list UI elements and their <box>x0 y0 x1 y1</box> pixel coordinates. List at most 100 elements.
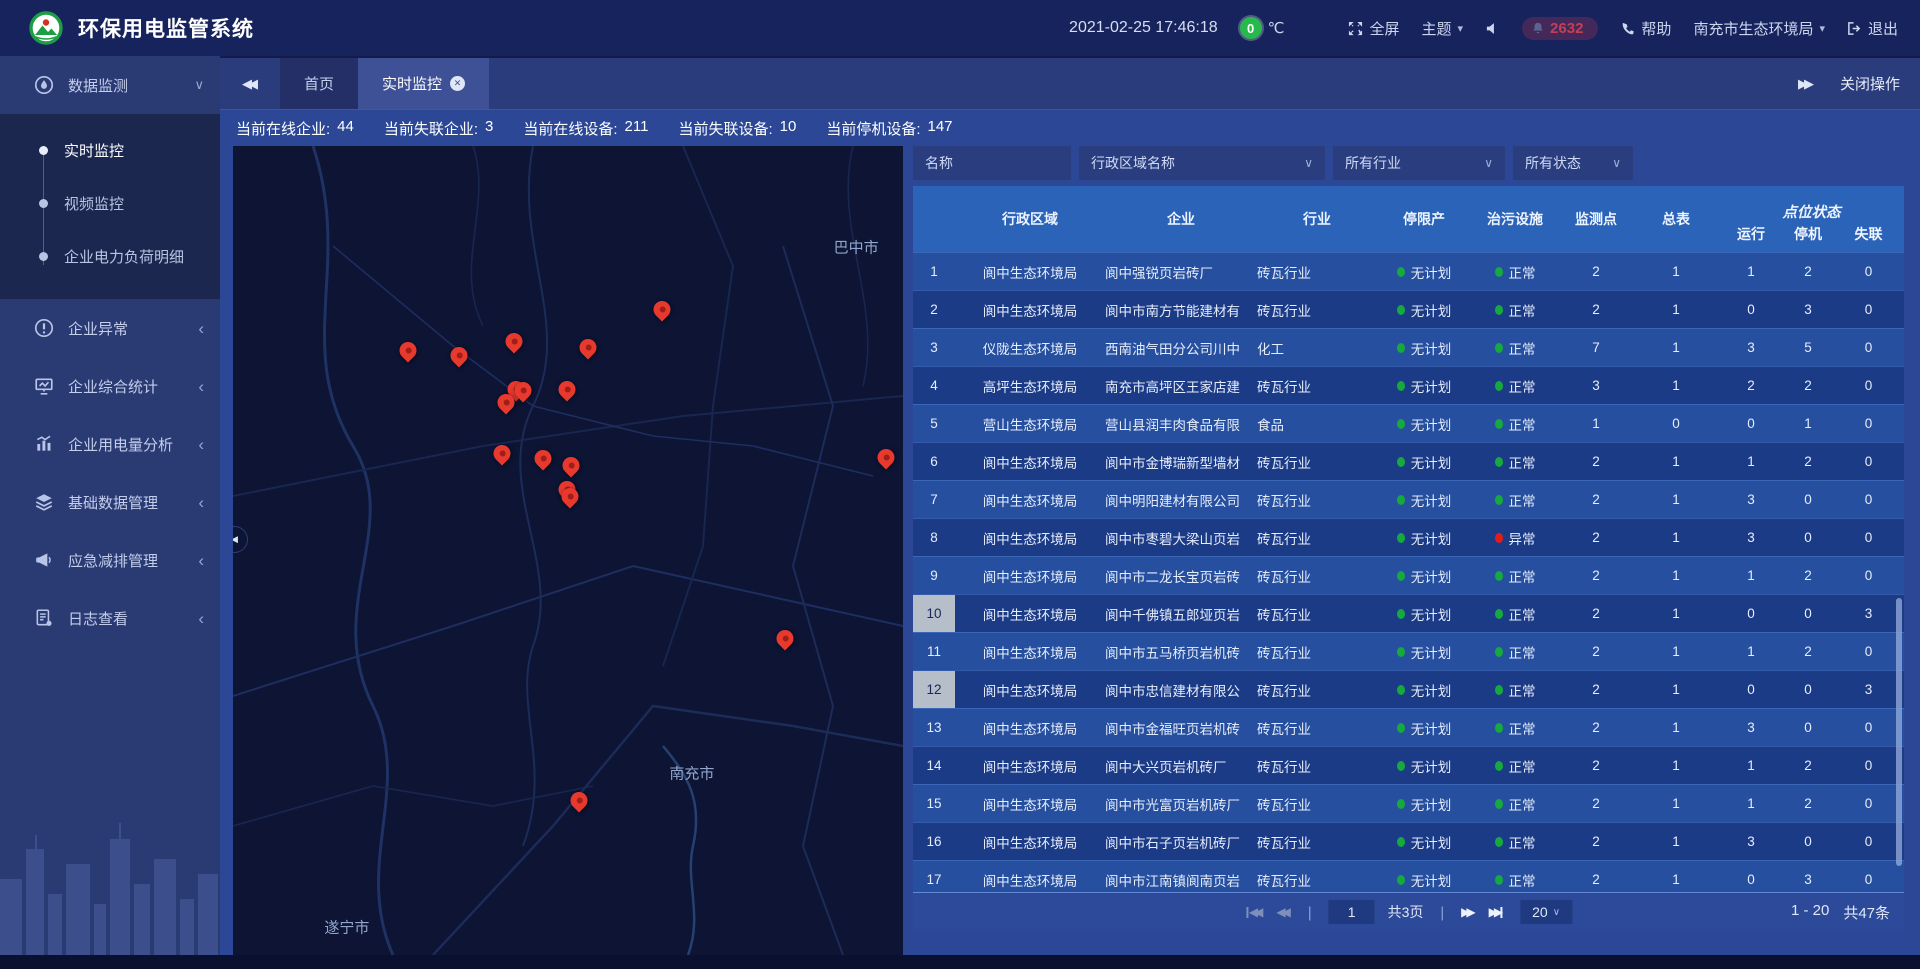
row-stopped: 0 <box>1783 481 1833 518</box>
row-total-meter: 1 <box>1633 253 1719 290</box>
gauge-icon <box>34 75 54 95</box>
table-row[interactable]: 13 阆中生态环境局 阆中市金福旺页岩机砖 砖瓦行业 无计划 正常 2 1 3 … <box>913 708 1904 746</box>
sidebar-group-company-abnormal[interactable]: 企业异常 ‹ <box>0 299 220 357</box>
row-total-meter: 1 <box>1633 595 1719 632</box>
org-dropdown[interactable]: 南充市生态环境局 ▾ <box>1693 18 1825 39</box>
col-point-status-group: 点位状态 <box>1719 186 1904 224</box>
table-row[interactable]: 4 高坪生态环境局 南充市高坪区王家店建 砖瓦行业 无计划 正常 3 1 2 2… <box>913 366 1904 404</box>
last-page-button[interactable]: ▶▶ <box>1489 905 1507 919</box>
row-index-cell: 11 <box>913 633 955 670</box>
col-treatment-facility: 治污设施 <box>1471 186 1559 252</box>
mute-button[interactable] <box>1485 21 1500 36</box>
table-row[interactable]: 2 阆中生态环境局 阆中市南方节能建材有 砖瓦行业 无计划 正常 2 1 0 3… <box>913 290 1904 328</box>
status-dot <box>1495 761 1503 771</box>
status-dot <box>1397 457 1405 467</box>
row-total-meter: 1 <box>1633 443 1719 480</box>
status-filter-select[interactable]: 所有状态 ∨ <box>1513 146 1633 180</box>
row-monitor-points: 2 <box>1559 709 1633 746</box>
row-offline: 0 <box>1833 709 1904 746</box>
tabs-scroll-left-button[interactable]: ◀◀ <box>220 58 280 109</box>
tabs-scroll-right-button[interactable]: ▶▶ <box>1798 76 1814 92</box>
row-total-meter: 1 <box>1633 481 1719 518</box>
tab-home[interactable]: 首页 <box>280 58 358 109</box>
tab-realtime-monitoring[interactable]: 实时监控 ✕ <box>358 58 489 109</box>
page-input[interactable]: 1 <box>1329 900 1375 924</box>
sidebar-item-power-load-detail[interactable]: 企业电力负荷明细 <box>0 230 220 283</box>
log-document-icon <box>34 608 54 628</box>
next-page-button[interactable]: ▶▶ <box>1461 905 1475 919</box>
logout-button[interactable]: 退出 <box>1847 18 1898 39</box>
table-row[interactable]: 1 阆中生态环境局 阆中强锐页岩砖厂 砖瓦行业 无计划 正常 2 1 1 2 0 <box>913 252 1904 290</box>
row-total-meter: 1 <box>1633 671 1719 708</box>
table-row[interactable]: 17 阆中生态环境局 阆中市江南镇阆南页岩 砖瓦行业 无计划 正常 2 1 0 … <box>913 860 1904 892</box>
row-monitor-points: 2 <box>1559 861 1633 892</box>
col-running: 运行 <box>1719 224 1783 252</box>
row-treatment-facility: 正常 <box>1471 595 1559 632</box>
range-label: 1 - 20 <box>1791 902 1829 923</box>
chevron-down-icon: ▾ <box>1819 22 1825 35</box>
page-size-select[interactable]: 20 ∨ <box>1520 900 1572 924</box>
sidebar-item-video-monitoring[interactable]: 视频监控 <box>0 177 220 230</box>
first-page-button[interactable]: ◀◀ <box>1245 905 1263 919</box>
status-dot <box>1495 305 1503 315</box>
notification-badge[interactable]: 2632 <box>1522 17 1598 40</box>
row-offline: 0 <box>1833 519 1904 556</box>
sidebar-group-log-view[interactable]: 日志查看 ‹ <box>0 589 220 647</box>
table-row[interactable]: 9 阆中生态环境局 阆中市二龙长宝页岩砖 砖瓦行业 无计划 正常 2 1 1 2… <box>913 556 1904 594</box>
table-body: 1 阆中生态环境局 阆中强锐页岩砖厂 砖瓦行业 无计划 正常 2 1 1 2 0 <box>913 252 1904 892</box>
row-production-limit: 无计划 <box>1377 443 1471 480</box>
table-row[interactable]: 12 阆中生态环境局 阆中市忠信建材有限公 砖瓦行业 无计划 正常 2 1 0 … <box>913 670 1904 708</box>
tab-close-icon[interactable]: ✕ <box>450 76 465 91</box>
row-production-limit: 无计划 <box>1377 367 1471 404</box>
phone-icon <box>1620 21 1635 36</box>
prev-page-button[interactable]: ◀◀ <box>1276 905 1290 919</box>
sidebar-group-power-analysis[interactable]: 企业用电量分析 ‹ <box>0 415 220 473</box>
col-stopped: 停机 <box>1783 224 1833 252</box>
row-company: 阆中市二龙长宝页岩砖 <box>1105 557 1257 594</box>
table-row[interactable]: 5 营山生态环境局 营山县润丰肉食品有限 食品 无计划 正常 1 0 0 1 0 <box>913 404 1904 442</box>
row-offline: 0 <box>1833 633 1904 670</box>
sidebar-group-company-statistics[interactable]: 企业综合统计 ‹ <box>0 357 220 415</box>
stat-label: 当前在线设备: <box>523 118 617 139</box>
chevron-left-icon: ‹ <box>198 320 204 337</box>
table-row[interactable]: 11 阆中生态环境局 阆中市五马桥页岩机砖 砖瓦行业 无计划 正常 2 1 1 … <box>913 632 1904 670</box>
map-panel[interactable]: 巴中市南充市遂宁市 ◀ <box>233 146 903 955</box>
table-scrollbar[interactable] <box>1896 598 1902 867</box>
table-row[interactable]: 8 阆中生态环境局 阆中市枣碧大梁山页岩 砖瓦行业 无计划 异常 2 1 3 0… <box>913 518 1904 556</box>
theme-dropdown[interactable]: 主题 ▾ <box>1422 18 1464 39</box>
sidebar-group-data-monitoring[interactable]: 数据监测 ∨ <box>0 56 220 114</box>
table-row[interactable]: 14 阆中生态环境局 阆中大兴页岩机砖厂 砖瓦行业 无计划 正常 2 1 1 2… <box>913 746 1904 784</box>
row-company: 阆中市光富页岩机砖厂 <box>1105 785 1257 822</box>
row-index-cell: 8 <box>913 519 955 556</box>
stat-label: 当前停机设备: <box>826 118 920 139</box>
col-total-meter: 总表 <box>1633 186 1719 252</box>
sidebar-item-realtime-monitoring[interactable]: 实时监控 <box>0 124 220 177</box>
industry-filter-select[interactable]: 所有行业 ∨ <box>1333 146 1505 180</box>
fullscreen-button[interactable]: 全屏 <box>1348 18 1399 39</box>
sidebar-group-base-data[interactable]: 基础数据管理 ‹ <box>0 473 220 531</box>
help-button[interactable]: 帮助 <box>1620 18 1671 39</box>
row-index-cell: 4 <box>913 367 955 404</box>
row-production-limit: 无计划 <box>1377 861 1471 892</box>
region-filter-select[interactable]: 行政区域名称 ∨ <box>1079 146 1325 180</box>
table-row[interactable]: 15 阆中生态环境局 阆中市光富页岩机砖厂 砖瓦行业 无计划 正常 2 1 1 … <box>913 784 1904 822</box>
table-row[interactable]: 6 阆中生态环境局 阆中市金博瑞新型墙材 砖瓦行业 无计划 正常 2 1 1 2… <box>913 442 1904 480</box>
row-industry: 砖瓦行业 <box>1257 709 1377 746</box>
row-region: 阆中生态环境局 <box>955 633 1105 670</box>
table-row[interactable]: 16 阆中生态环境局 阆中市石子页岩机砖厂 砖瓦行业 无计划 正常 2 1 3 … <box>913 822 1904 860</box>
table-row[interactable]: 10 阆中生态环境局 阆中千佛镇五郎垭页岩 砖瓦行业 无计划 正常 2 1 0 … <box>913 594 1904 632</box>
row-stopped: 2 <box>1783 367 1833 404</box>
row-index-cell: 7 <box>913 481 955 518</box>
table-row[interactable]: 3 仪陇生态环境局 西南油气田分公司川中 化工 无计划 正常 7 1 3 5 0 <box>913 328 1904 366</box>
row-total-meter: 1 <box>1633 823 1719 860</box>
name-filter-input[interactable] <box>913 146 1071 180</box>
sidebar-group-emergency-reduction[interactable]: 应急减排管理 ‹ <box>0 531 220 589</box>
status-dot <box>1397 419 1405 429</box>
row-company: 阆中大兴页岩机砖厂 <box>1105 747 1257 784</box>
row-region: 阆中生态环境局 <box>955 823 1105 860</box>
row-industry: 砖瓦行业 <box>1257 633 1377 670</box>
close-operations-button[interactable]: 关闭操作 <box>1840 73 1900 94</box>
table-row[interactable]: 7 阆中生态环境局 阆中明阳建材有限公司 砖瓦行业 无计划 正常 2 1 3 0… <box>913 480 1904 518</box>
row-production-limit: 无计划 <box>1377 747 1471 784</box>
row-treatment-facility: 正常 <box>1471 291 1559 328</box>
